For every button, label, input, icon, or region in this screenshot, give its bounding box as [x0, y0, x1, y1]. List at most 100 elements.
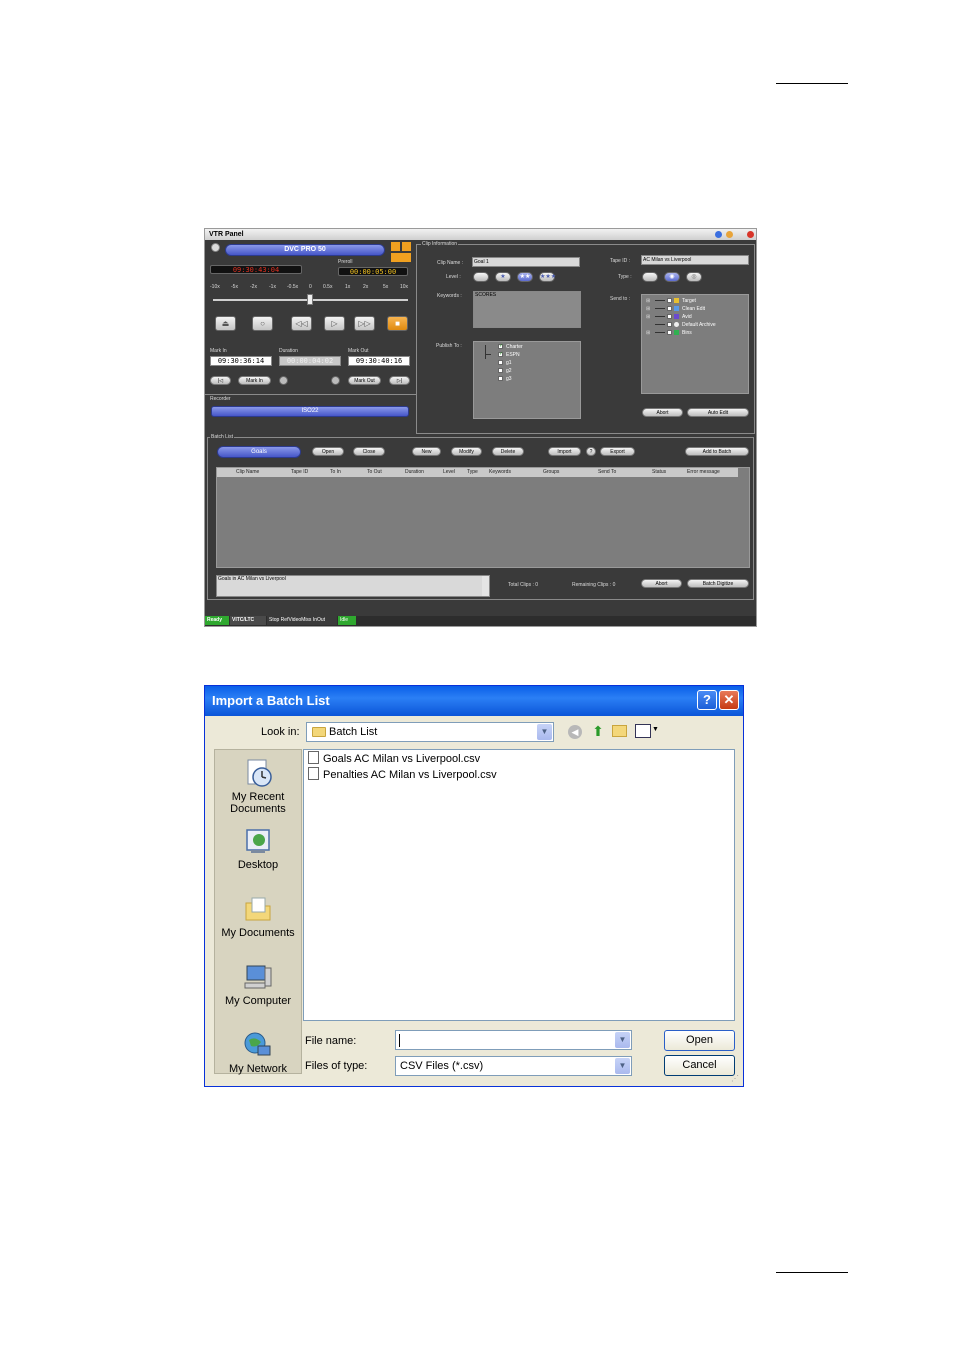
open-button[interactable]: Open — [664, 1030, 735, 1051]
column-header[interactable]: Groups — [543, 469, 559, 475]
column-header[interactable]: Clip Name — [236, 469, 259, 475]
batch-digitize-button[interactable]: Batch Digitize — [687, 579, 749, 588]
place-my-documents[interactable]: My Documents — [215, 894, 301, 939]
send-to-checkbox[interactable] — [667, 314, 672, 319]
back-icon[interactable]: ◀ — [568, 725, 582, 739]
vtr-settings-icon[interactable] — [211, 243, 220, 252]
clip-name-input[interactable]: Goal 1 — [472, 257, 580, 267]
up-folder-icon[interactable]: ⬆ — [590, 723, 606, 739]
rewind-button[interactable]: ◁◁ — [291, 316, 312, 331]
level-2-button[interactable]: ★★ — [517, 272, 533, 282]
look-in-dropdown[interactable]: Batch List ▼ — [306, 722, 554, 742]
fast-forward-button[interactable]: ▷▷ — [354, 316, 375, 331]
clip-abort-button[interactable]: Abort — [642, 408, 683, 417]
record-button[interactable]: ○ — [252, 316, 273, 331]
import-batch-button[interactable]: Import — [548, 447, 581, 456]
file-item[interactable]: Penalties AC Milan vs Liverpool.csv — [308, 767, 497, 783]
mark-in-button[interactable]: Mark In — [238, 376, 271, 385]
resize-grip-icon[interactable]: ⋰ — [731, 1074, 739, 1083]
column-header[interactable]: Type — [467, 469, 478, 475]
description-scrollbar[interactable] — [482, 576, 489, 596]
column-header[interactable]: Level — [443, 469, 455, 475]
file-item[interactable]: Goals AC Milan vs Liverpool.csv — [308, 751, 480, 767]
type-reel-button[interactable]: ◎ — [686, 272, 702, 282]
type-tape-button[interactable]: ◉ — [664, 272, 680, 282]
mark-out-button[interactable]: Mark Out — [348, 376, 381, 385]
publish-g2-checkbox[interactable] — [498, 368, 503, 373]
open-batch-button[interactable]: Open — [312, 447, 344, 456]
publish-g1-checkbox[interactable] — [498, 360, 503, 365]
place-recent-documents[interactable]: My Recent Documents — [215, 758, 301, 815]
footer-rule — [776, 1272, 848, 1273]
chevron-down-icon[interactable]: ▼ — [615, 1032, 630, 1048]
tape-id-input[interactable]: AC Milan vs Liverpool — [641, 255, 749, 265]
chevron-down-icon[interactable]: ▼ — [537, 724, 552, 740]
auto-edit-button[interactable]: Auto Edit — [687, 408, 749, 417]
duration-label: Duration — [279, 348, 298, 354]
modify-batch-button[interactable]: Modify — [451, 447, 482, 456]
tree-expander-icon[interactable]: ⊞ — [646, 314, 650, 320]
files-of-type-dropdown[interactable]: CSV Files (*.csv) ▼ — [395, 1056, 632, 1076]
column-header[interactable]: Duration — [405, 469, 424, 475]
goto-in-button[interactable]: |◁ — [210, 376, 231, 385]
goto-out-button[interactable]: ▷| — [389, 376, 410, 385]
file-name-input[interactable]: ▼ — [395, 1030, 632, 1050]
column-header[interactable]: To In — [330, 469, 341, 475]
level-1-button[interactable]: ★ — [495, 272, 511, 282]
column-header[interactable]: Send To — [598, 469, 616, 475]
maximize-icon[interactable] — [726, 231, 733, 238]
place-my-network[interactable]: My Network — [215, 1030, 301, 1075]
send-to-checkbox[interactable] — [667, 298, 672, 303]
level-0-button[interactable] — [473, 272, 489, 282]
clear-out-icon[interactable] — [331, 376, 340, 385]
cancel-button[interactable]: Cancel — [664, 1055, 735, 1076]
close-batch-button[interactable]: Close — [353, 447, 385, 456]
tape-id-label: Tape ID : — [610, 258, 631, 264]
layout-grid-icon[interactable] — [391, 242, 411, 262]
add-to-batch-button[interactable]: Add to Batch — [685, 447, 749, 456]
shuttle-handle[interactable] — [307, 294, 313, 305]
keywords-input[interactable]: SCORES — [473, 291, 581, 328]
chevron-down-icon[interactable]: ▼ — [652, 726, 659, 733]
close-icon[interactable] — [747, 231, 754, 238]
delete-batch-button[interactable]: Delete — [492, 447, 524, 456]
place-my-computer[interactable]: My Computer — [215, 962, 301, 1007]
stop-button[interactable]: ■ — [387, 316, 408, 331]
new-batch-button[interactable]: New — [412, 447, 441, 456]
export-batch-button[interactable]: Export — [600, 447, 635, 456]
tree-expander-icon[interactable]: ⊞ — [646, 298, 650, 304]
close-button[interactable]: ✕ — [719, 690, 739, 710]
level-3-button[interactable]: ★★★ — [539, 272, 556, 282]
format-display[interactable]: DVC PRO 50 — [225, 244, 385, 256]
help-button[interactable]: ? — [697, 690, 717, 710]
mark-in-timecode[interactable]: 09:30:36:14 — [210, 356, 272, 366]
send-to-checkbox[interactable] — [667, 322, 672, 327]
column-header[interactable]: Status — [652, 469, 666, 475]
batch-abort-button[interactable]: Abort — [641, 579, 682, 588]
place-desktop[interactable]: Desktop — [215, 826, 301, 871]
clear-in-icon[interactable] — [279, 376, 288, 385]
send-to-checkbox[interactable] — [667, 306, 672, 311]
column-header[interactable]: To Out — [367, 469, 382, 475]
eject-button[interactable]: ⏏ — [215, 316, 236, 331]
tree-expander-icon[interactable]: ⊞ — [646, 306, 650, 312]
column-header[interactable]: Keywords — [489, 469, 511, 475]
column-header[interactable]: Tape ID — [291, 469, 308, 475]
mark-out-timecode[interactable]: 09:30:40:16 — [348, 356, 410, 366]
batch-description[interactable]: Goals in AC Milan vs Liverpool — [216, 575, 490, 597]
help-icon[interactable]: ? — [586, 447, 596, 456]
play-button[interactable]: ▷ — [324, 316, 345, 331]
batch-name-selector[interactable]: Goals — [217, 446, 301, 458]
type-0-button[interactable] — [642, 272, 658, 282]
recorder-selector[interactable]: ISO22 — [211, 406, 409, 417]
preroll-timecode[interactable]: 00:00:05:00 — [338, 267, 408, 276]
publish-g3-checkbox[interactable] — [498, 376, 503, 381]
send-to-checkbox[interactable] — [667, 330, 672, 335]
views-icon[interactable] — [635, 724, 651, 738]
tree-expander-icon[interactable]: ⊞ — [646, 330, 650, 336]
minimize-icon[interactable] — [715, 231, 722, 238]
recent-documents-icon — [247, 759, 272, 787]
new-folder-icon[interactable] — [612, 725, 627, 737]
column-header[interactable]: Error message — [687, 469, 720, 475]
chevron-down-icon[interactable]: ▼ — [615, 1058, 630, 1074]
